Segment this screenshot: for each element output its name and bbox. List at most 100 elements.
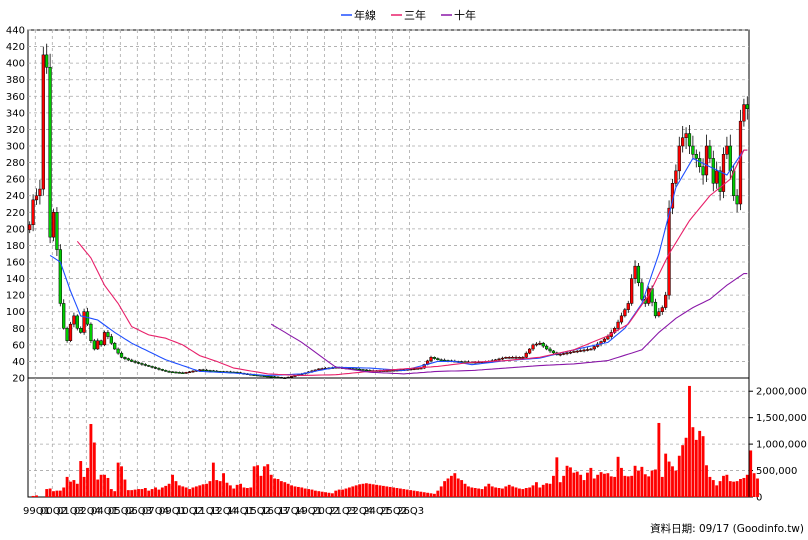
volume-bar bbox=[273, 478, 276, 497]
price-tick-label: 40 bbox=[12, 357, 25, 368]
candle-up bbox=[96, 340, 100, 350]
volume-bar bbox=[565, 465, 569, 497]
volume-bar bbox=[279, 481, 283, 497]
candle-down bbox=[701, 166, 705, 176]
candle-up bbox=[429, 357, 433, 362]
volume-bar bbox=[201, 484, 205, 497]
volume-bar bbox=[99, 474, 103, 497]
volume-bar bbox=[62, 487, 66, 497]
volume-bar bbox=[313, 490, 317, 497]
candle-down bbox=[541, 342, 545, 347]
volume-bar bbox=[504, 486, 508, 497]
volume-bar bbox=[82, 476, 86, 497]
volume-bar bbox=[732, 481, 736, 497]
volume-bar bbox=[341, 489, 345, 497]
volume-bar bbox=[603, 473, 606, 497]
volume-bar bbox=[422, 492, 426, 497]
volume-bar bbox=[96, 479, 100, 497]
price-tick-label: 380 bbox=[6, 75, 25, 86]
volume-bar bbox=[368, 483, 372, 497]
volume-bar bbox=[487, 483, 491, 497]
candle-up bbox=[187, 371, 192, 373]
legend-label: 十年 bbox=[454, 8, 476, 22]
volume-bar bbox=[477, 488, 481, 497]
candle-up bbox=[616, 321, 620, 329]
price-tick-label: 340 bbox=[6, 108, 25, 119]
volume-bar bbox=[385, 486, 389, 497]
volume-tick-label: 1,500,000 bbox=[756, 413, 807, 424]
volume-bar bbox=[296, 486, 300, 497]
volume-bar bbox=[654, 469, 657, 497]
source-note: 資料日期: 09/17 (Goodinfo.tw) bbox=[650, 522, 804, 535]
candle-down bbox=[55, 212, 59, 250]
volume-bar bbox=[92, 442, 96, 497]
candle-down bbox=[636, 265, 641, 283]
volume-bar bbox=[208, 481, 212, 497]
volume-bar bbox=[381, 485, 385, 497]
volume-tick-label: 1,000,000 bbox=[756, 440, 807, 451]
candle-up bbox=[704, 145, 709, 176]
volume-bar bbox=[174, 481, 178, 497]
volume-bar bbox=[310, 489, 314, 497]
volume-bar bbox=[351, 486, 355, 497]
volume-bar bbox=[582, 480, 586, 497]
price-tick-label: 280 bbox=[6, 158, 25, 169]
volume-bar bbox=[711, 480, 715, 497]
volume-bar bbox=[320, 491, 324, 497]
candle-down bbox=[711, 158, 715, 184]
volume-bar bbox=[211, 462, 215, 497]
candle-down bbox=[167, 371, 171, 373]
volume-bar bbox=[167, 483, 171, 497]
candle-down bbox=[133, 361, 137, 363]
stock-chart: 年線 三年 十年 204060801001201401601802002202402… bbox=[6, 8, 807, 535]
candle-down bbox=[79, 328, 83, 333]
volume-bar bbox=[232, 488, 236, 497]
volume-bar bbox=[749, 450, 753, 497]
volume-bar bbox=[106, 477, 110, 497]
volume-bar bbox=[262, 466, 266, 497]
volume-bar bbox=[524, 488, 528, 497]
volume-bar bbox=[69, 481, 72, 497]
candle-up bbox=[412, 368, 416, 370]
volume-bar bbox=[140, 489, 144, 497]
volume-bar bbox=[579, 474, 583, 497]
volume-bar bbox=[58, 490, 62, 497]
volume-bar bbox=[725, 474, 729, 497]
candle-up bbox=[102, 332, 107, 346]
volume-bar bbox=[528, 487, 532, 497]
candle-down bbox=[153, 367, 158, 369]
price-tick-label: 260 bbox=[6, 175, 25, 186]
candle-down bbox=[439, 359, 443, 362]
candle-down bbox=[48, 67, 52, 238]
volume-bar bbox=[130, 490, 134, 497]
price-tick-label: 440 bbox=[6, 26, 25, 37]
volume-panel: 0500,0001,000,0001,500,0002,000,000 bbox=[27, 377, 807, 504]
price-tick-label: 220 bbox=[6, 208, 25, 219]
volume-bar bbox=[752, 473, 756, 497]
candle-up bbox=[184, 372, 188, 374]
volume-bar bbox=[154, 487, 157, 497]
volume-bar bbox=[548, 483, 552, 497]
candle-down bbox=[150, 366, 154, 368]
candle-up bbox=[82, 311, 86, 333]
candle-down bbox=[157, 368, 161, 370]
volume-bar bbox=[388, 486, 392, 497]
candle-down bbox=[204, 369, 209, 372]
volume-bar bbox=[562, 475, 566, 497]
candle-up bbox=[660, 307, 664, 312]
candle-up bbox=[562, 353, 566, 355]
candle-up bbox=[585, 349, 590, 351]
volume-bar bbox=[89, 424, 93, 497]
volume-bar bbox=[643, 474, 647, 497]
candle-up bbox=[388, 370, 392, 372]
volume-bar bbox=[198, 485, 202, 497]
candle-down bbox=[45, 54, 49, 68]
volume-bar bbox=[596, 474, 600, 497]
candle-down bbox=[364, 369, 369, 372]
legend-label: 三年 bbox=[404, 8, 426, 22]
volume-bar bbox=[75, 483, 79, 497]
volume-bar bbox=[735, 481, 739, 497]
volume-bar bbox=[688, 385, 691, 497]
volume-bar bbox=[463, 483, 467, 497]
candle-up bbox=[565, 352, 569, 355]
